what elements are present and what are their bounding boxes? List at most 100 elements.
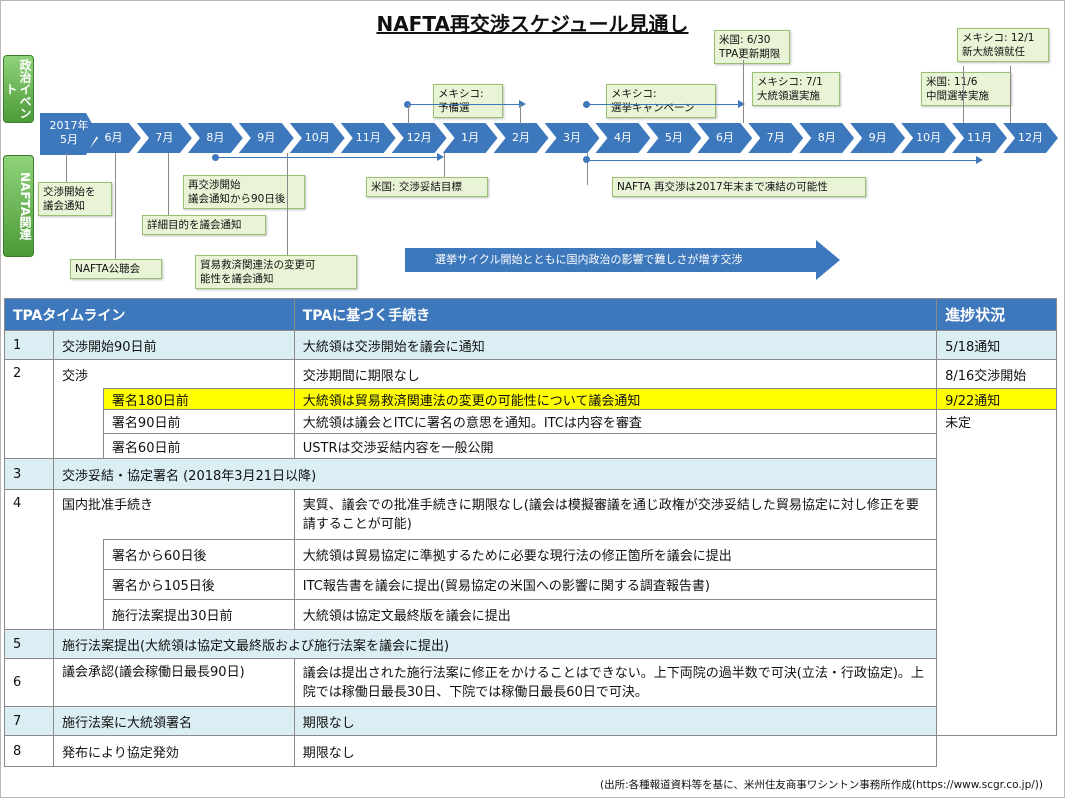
event-line: 貿易救済関連法の変更可	[200, 259, 316, 271]
event-line: メキシコ:	[438, 88, 484, 100]
event-line: NAFTA 再交渉は2017年末まで凍結の可能性	[617, 181, 828, 193]
row-number: 2	[4, 359, 54, 459]
header-progress: 進捗状況	[936, 298, 1057, 331]
row-procedure: ITC報告書を議会に提出(貿易協定の米国への影響に関する調査報告書)	[293, 569, 938, 600]
row-sublabel: 署名180日前	[102, 388, 295, 410]
connector-line	[587, 160, 977, 161]
connector-line	[444, 153, 445, 177]
table-row: 6 議会承認(議会稼働日最長90日) 議会は提出された施行法案に修正をかけること…	[4, 658, 1057, 707]
row-number: 6	[4, 658, 54, 707]
tpa-timeline-table: TPAタイムライン TPAに基づく手続き 進捗状況 1 交渉開始90日前 大統領…	[4, 298, 1057, 767]
row-procedure: 交渉期間に期限なし	[293, 359, 938, 389]
event-line: NAFTA公聴会	[75, 263, 141, 275]
row-procedure: 大統領は交渉開始を議会に通知	[293, 330, 938, 360]
row-label: 発布により協定発効	[52, 735, 295, 767]
row-number: 8	[4, 735, 54, 767]
timeline-month-first: 2017年 5月	[40, 113, 98, 155]
row-label: 国内批准手続き	[52, 489, 295, 540]
event-mexico-inauguration: メキシコ: 12/1 新大統領就任	[957, 28, 1049, 62]
row-procedure: 期限なし	[293, 735, 938, 767]
source-note: (出所:各種報道資料等を基に、米州住友商事ワシントン事務所作成(https://…	[600, 779, 1043, 791]
event-mexico-primary: メキシコ: 予備選	[433, 84, 503, 118]
row-label: 施行法案提出(大統領は協定文最終版および施行法案を議会に提出)	[52, 629, 938, 659]
row-procedure: USTRは交渉妥結内容を一般公開	[293, 433, 938, 459]
row-number: 3	[4, 458, 54, 490]
table-row: 2 交渉 交渉期間に期限なし 8/16交渉開始	[4, 359, 1057, 459]
nafta-us-target: 米国: 交渉妥結目標	[366, 177, 488, 197]
header-tpa-timeline: TPAタイムライン	[4, 298, 295, 331]
row-status: 未定	[936, 409, 1057, 736]
connector-line	[743, 60, 744, 123]
row-number: 7	[4, 706, 54, 736]
row-status: 5/18通知	[936, 330, 1057, 360]
table-header-row: TPAタイムライン TPAに基づく手続き 進捗状況	[4, 298, 1057, 331]
connector-line	[408, 104, 409, 124]
row-procedure: 大統領は貿易協定に準拠するために必要な現行法の修正箇所を議会に提出	[293, 539, 938, 570]
event-us-tpa-deadline: 米国: 6/30 TPA更新期限	[714, 30, 790, 64]
event-line: 交渉開始を	[43, 186, 96, 198]
event-line: 議会通知から90日後	[188, 193, 286, 205]
event-line: 米国: 11/6	[926, 76, 978, 88]
nafta-freeze-possibility: NAFTA 再交渉は2017年末まで凍結の可能性	[612, 177, 866, 197]
connector-line	[168, 153, 169, 215]
table-row: 5 施行法案提出(大統領は協定文最終版および施行法案を議会に提出)	[4, 629, 1057, 659]
connector-line	[216, 157, 438, 158]
table-row: 署名90日前 大統領は議会とITCに署名の意思を通知。ITCは内容を審査 未定	[5, 409, 1057, 736]
event-line: メキシコ: 7/1	[757, 76, 823, 88]
row-label: 交渉	[52, 359, 295, 389]
connector-line	[587, 104, 739, 105]
connector-line	[66, 153, 67, 182]
table-row: 署名60日前 USTRは交渉妥結内容を一般公開	[5, 433, 1057, 459]
event-line: 米国: 6/30	[719, 34, 771, 46]
page-title: NAFTA再交渉スケジュール見通し	[376, 12, 689, 36]
event-line: 詳細目的を議会通知	[147, 219, 242, 231]
row-procedure: 期限なし	[293, 706, 938, 736]
row-procedure: 大統領は協定文最終版を議会に提出	[293, 599, 938, 630]
event-line: 大統領選実施	[757, 90, 820, 102]
event-us-midterm: 米国: 11/6 中間選挙実施	[921, 72, 1011, 106]
connector-arrowhead	[437, 153, 444, 161]
header-tpa-procedure: TPAに基づく手続き	[293, 298, 938, 331]
table-row: 7 施行法案に大統領署名 期限なし	[4, 706, 1057, 736]
connector-line	[520, 104, 521, 124]
connector-line	[408, 104, 520, 105]
event-line: 中間選挙実施	[926, 90, 989, 102]
event-mexico-election: メキシコ: 7/1 大統領選実施	[752, 72, 840, 106]
event-line: メキシコ: 12/1	[962, 32, 1035, 44]
event-line: 議会通知	[43, 200, 85, 212]
connector-line	[115, 153, 116, 259]
row-sublabel: 署名から105日後	[102, 569, 295, 600]
side-label-nafta: NAFTA関連	[3, 155, 34, 257]
row-procedure: 実質、議会での批准手続きに期限なし(議会は模擬審議を通じ政権が交渉妥結した貿易協…	[293, 489, 938, 540]
row-sublabel: 施行法案提出30日前	[102, 599, 295, 630]
row-status: 9/22通知	[936, 388, 1057, 410]
table-row: 3 交渉妥結・協定署名 (2018年3月21日以降)	[4, 458, 1057, 490]
event-line: 米国: 交渉妥結目標	[371, 181, 462, 193]
row-label: 議会承認(議会稼働日最長90日)	[52, 658, 295, 707]
indent-cell	[52, 539, 104, 630]
row-sublabel: 署名から60日後	[102, 539, 295, 570]
row-label: 施行法案に大統領署名	[52, 706, 295, 736]
nafta-public-hearing: NAFTA公聴会	[70, 259, 162, 279]
event-mexico-campaign: メキシコ: 選挙キャンペーン	[606, 84, 716, 118]
indent-cell	[52, 388, 104, 459]
row-number: 1	[4, 330, 54, 360]
event-line: メキシコ:	[611, 88, 657, 100]
row-label: 交渉妥結・協定署名 (2018年3月21日以降)	[52, 458, 938, 490]
table-row: 署名から105日後 ITC報告書を議会に提出(貿易協定の米国への影響に関する調査…	[5, 569, 1057, 600]
side-label-politics: 政治イベント	[3, 55, 34, 123]
row-label: 交渉開始90日前	[52, 330, 295, 360]
row-number: 4	[4, 489, 54, 630]
row-procedure: 議会は提出された施行法案に修正をかけることはできない。上下両院の過半数で可決(立…	[293, 658, 938, 707]
nafta-trade-remedy-notice: 貿易救済関連法の変更可 能性を議会通知	[195, 255, 357, 289]
nafta-detail-objectives: 詳細目的を議会通知	[142, 215, 266, 235]
event-line: 新大統領就任	[962, 46, 1025, 58]
table-row: 1 交渉開始90日前 大統領は交渉開始を議会に通知 5/18通知	[4, 330, 1057, 360]
connector-line	[1010, 66, 1011, 123]
row-procedure: 大統領は議会とITCに署名の意思を通知。ITCは内容を審査	[293, 409, 938, 434]
connector-line	[963, 66, 964, 123]
row-status: 8/16交渉開始	[936, 359, 1057, 389]
timeline-month: 5月	[60, 133, 78, 146]
row-number: 5	[4, 629, 54, 659]
table-row: 施行法案提出30日前 大統領は協定文最終版を議会に提出	[5, 599, 1057, 630]
